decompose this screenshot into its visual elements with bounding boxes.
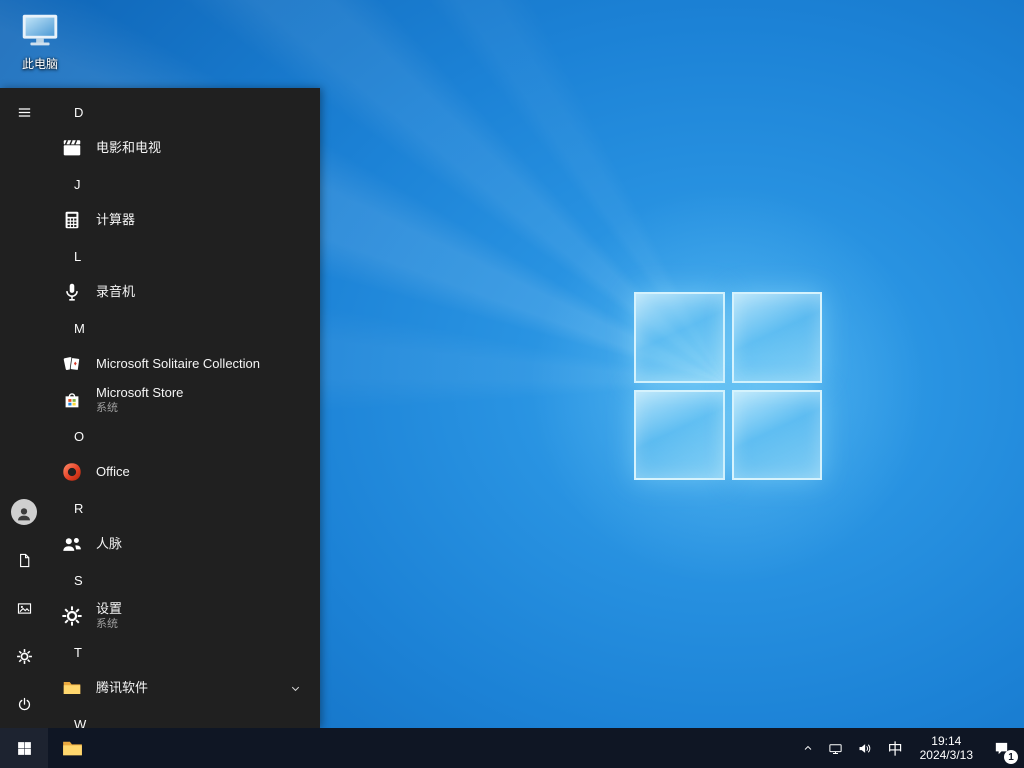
section-letter-j[interactable]: J — [48, 166, 320, 202]
app-item-microsoft-store[interactable]: Microsoft Store 系统 — [48, 382, 320, 418]
app-name: 计算器 — [96, 211, 136, 227]
speaker-icon — [857, 741, 872, 756]
section-letter-l[interactable]: L — [48, 238, 320, 274]
section-letter-r[interactable]: R — [48, 490, 320, 526]
office-logo-icon — [60, 460, 84, 484]
section-letter-t[interactable]: T — [48, 634, 320, 670]
system-tray: 中 19:14 2024/3/13 1 — [795, 728, 1024, 768]
settings-button[interactable] — [0, 632, 48, 680]
app-item-calculator[interactable]: 计算器 — [48, 202, 320, 238]
start-menu-expand-button[interactable] — [0, 88, 48, 136]
user-account-button[interactable] — [0, 488, 48, 536]
start-menu-rail — [0, 88, 48, 728]
people-icon — [60, 532, 84, 556]
section-letter-s[interactable]: S — [48, 562, 320, 598]
store-bag-icon — [60, 388, 84, 412]
app-name: 录音机 — [96, 283, 136, 299]
rail-top — [0, 88, 48, 136]
volume-button[interactable] — [850, 728, 879, 768]
app-name: Microsoft Store — [96, 384, 184, 400]
windows-logo-pane — [634, 389, 725, 480]
pictures-button[interactable] — [0, 584, 48, 632]
chevron-down-icon[interactable] — [289, 682, 302, 695]
this-pc-monitor-icon — [17, 8, 63, 54]
app-item-people[interactable]: 人脉 — [48, 526, 320, 562]
person-icon — [15, 505, 33, 523]
pictures-icon — [16, 600, 33, 617]
section-letter-o[interactable]: O — [48, 418, 320, 454]
microphone-icon — [60, 280, 84, 304]
playing-cards-icon — [60, 352, 84, 376]
hidden-icons-button[interactable] — [795, 728, 821, 768]
section-letter-d[interactable]: D — [48, 94, 320, 130]
windows-logo-pane — [731, 292, 822, 383]
app-name: Microsoft Solitaire Collection — [96, 355, 261, 371]
app-name: 设置 — [96, 600, 123, 616]
clock-date: 2024/3/13 — [919, 748, 973, 762]
network-button[interactable] — [821, 728, 850, 768]
windows-logo-icon — [16, 740, 33, 757]
wallpaper-windows-logo-art — [634, 292, 822, 480]
start-menu-app-list: D 电影和电视 J 计算器 L 录音机 M Microsoft Solitair… — [48, 88, 320, 728]
action-center-button[interactable]: 1 — [981, 728, 1022, 768]
section-letter-m[interactable]: M — [48, 310, 320, 346]
app-item-movies-tv[interactable]: 电影和电视 — [48, 130, 320, 166]
notification-badge: 1 — [1004, 750, 1018, 764]
taskbar: 中 19:14 2024/3/13 1 — [0, 728, 1024, 768]
app-name: 人脉 — [96, 535, 123, 551]
file-explorer-button[interactable] — [48, 728, 96, 768]
app-item-voice-recorder[interactable]: 录音机 — [48, 274, 320, 310]
app-item-solitaire[interactable]: Microsoft Solitaire Collection — [48, 346, 320, 382]
file-explorer-folder-icon — [60, 736, 85, 761]
app-item-settings[interactable]: 设置 系统 — [48, 598, 320, 634]
start-menu: D 电影和电视 J 计算器 L 录音机 M Microsoft Solitair… — [0, 88, 320, 728]
app-subtitle: 系统 — [96, 617, 118, 630]
section-letter-w[interactable]: W — [48, 706, 320, 729]
gear-icon — [16, 648, 33, 665]
app-subtitle: 系统 — [96, 401, 118, 414]
ime-indicator[interactable]: 中 — [879, 728, 912, 768]
power-button[interactable] — [0, 680, 48, 728]
desktop-icon-this-pc[interactable]: 此电脑 — [2, 8, 78, 72]
rail-bottom — [0, 488, 48, 728]
taskbar-clock[interactable]: 19:14 2024/3/13 — [912, 728, 981, 768]
chevron-up-icon — [802, 742, 814, 754]
app-name: Office — [96, 463, 130, 479]
folder-icon — [60, 676, 84, 700]
gear-icon — [60, 604, 84, 628]
user-avatar — [11, 499, 37, 525]
app-item-office[interactable]: Office — [48, 454, 320, 490]
app-name: 电影和电视 — [96, 139, 162, 155]
movies-tv-clapper-icon — [60, 136, 84, 160]
calculator-icon — [60, 208, 84, 232]
windows-logo-pane — [731, 389, 822, 480]
start-button[interactable] — [0, 728, 48, 768]
clock-time: 19:14 — [931, 734, 962, 748]
app-name: 腾讯软件 — [96, 679, 149, 695]
ethernet-network-icon — [828, 741, 843, 756]
documents-button[interactable] — [0, 536, 48, 584]
hamburger-menu-icon — [16, 104, 33, 121]
power-icon — [16, 696, 33, 713]
desktop-icon-label: 此电脑 — [21, 57, 58, 71]
windows-logo-pane — [634, 292, 725, 383]
document-icon — [16, 552, 33, 569]
app-item-tencent-folder[interactable]: 腾讯软件 — [48, 670, 320, 706]
